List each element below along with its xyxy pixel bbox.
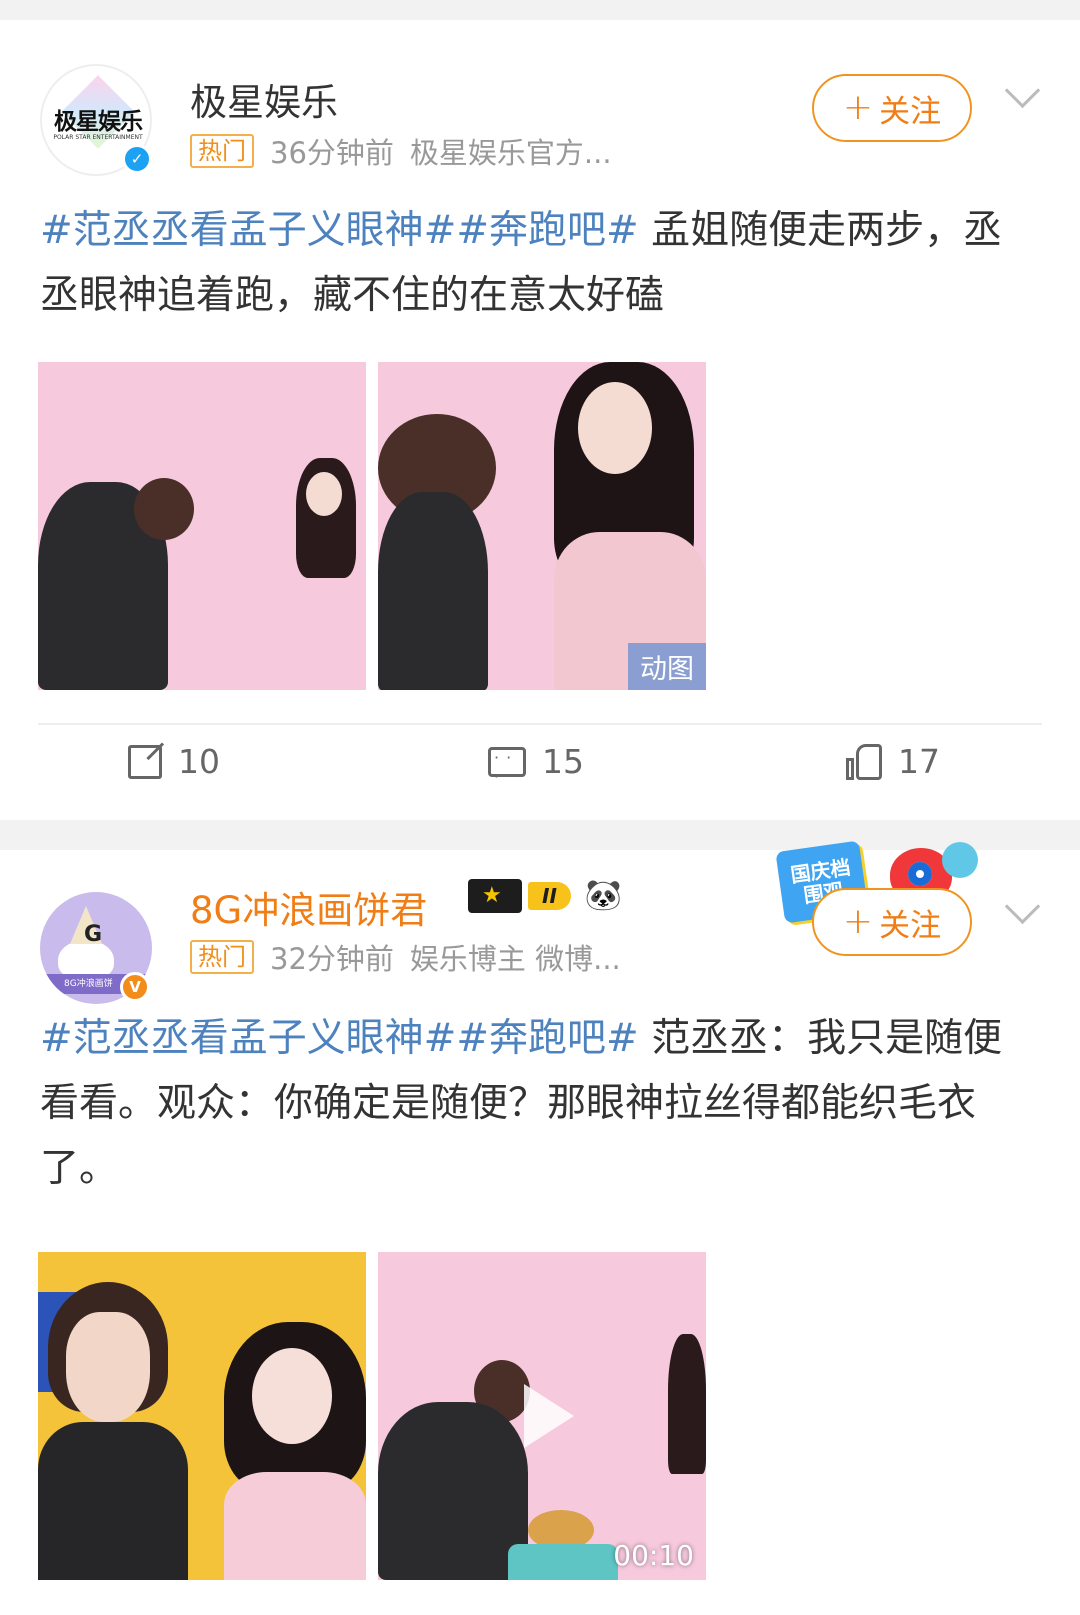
post-time: 32分钟前: [270, 942, 394, 976]
person-head: [134, 478, 194, 540]
video-duration: 00:10: [613, 1539, 694, 1572]
media-grid: 动图: [38, 362, 706, 690]
author-name[interactable]: 极星娱乐: [190, 72, 338, 126]
person-figure: [378, 492, 488, 690]
prop-bucket: [508, 1544, 618, 1580]
person-figure: [378, 1402, 528, 1580]
share-icon: [128, 744, 162, 779]
verified-icon: ✓: [122, 144, 152, 174]
hashtag-link[interactable]: #奔跑吧#: [456, 1016, 638, 1061]
post-source: 娱乐博主 微博...: [409, 942, 621, 976]
post-image[interactable]: [38, 362, 366, 690]
like-count: 17: [898, 742, 940, 781]
comment-icon: [488, 746, 526, 786]
share-button[interactable]: 10: [128, 742, 220, 781]
follow-label: 关注: [879, 907, 942, 944]
membership-badge[interactable]: ★ II 🐼: [468, 878, 622, 913]
chevron-down-icon[interactable]: [1004, 888, 1041, 925]
comment-button[interactable]: 15: [488, 742, 584, 786]
post-image[interactable]: [38, 1252, 366, 1580]
panda-icon: 🐼: [584, 878, 623, 913]
hashtag-link[interactable]: #范丞丞看孟子义眼神#: [40, 1016, 456, 1061]
author-name[interactable]: 8G冲浪画饼君: [190, 880, 427, 934]
post-time: 36分钟前: [270, 136, 394, 170]
chevron-down-icon[interactable]: [1004, 72, 1041, 109]
post-content: #范丞丞看孟子义眼神##奔跑吧# 范丞丞：我只是随便看看。观众：你确定是随便？那…: [40, 1006, 1040, 1201]
avatar-logo-subtext: POLAR STAR ENTERTAINMENT: [53, 134, 143, 141]
post-card[interactable]: 极星娱乐 POLAR STAR ENTERTAINMENT ✓ 极星娱乐 热门 …: [0, 20, 1080, 820]
share-count: 10: [178, 742, 220, 781]
hot-badge: 热门: [190, 134, 254, 168]
post-content: #范丞丞看孟子义眼神##奔跑吧# 孟姐随便走两步，丞丞眼神追着跑，藏不住的在意太…: [40, 198, 1040, 328]
post-card[interactable]: G 8G冲浪画饼 V 8G冲浪画饼君 ★ II 🐼 热门 32分钟前 娱乐博主 …: [0, 840, 1080, 1615]
divider: [38, 723, 1042, 725]
person-face: [578, 382, 652, 474]
verified-icon: V: [120, 972, 150, 1002]
follow-button[interactable]: + 关注: [812, 888, 972, 956]
hashtag-link[interactable]: #范丞丞看孟子义眼神#: [40, 208, 456, 253]
avatar-letter: G: [84, 922, 103, 947]
like-button[interactable]: 17: [846, 742, 940, 781]
play-icon[interactable]: [512, 1384, 574, 1448]
comment-count: 15: [542, 742, 584, 781]
avatar-ribbon-text: 8G冲浪画饼: [64, 979, 113, 989]
person-face: [66, 1312, 150, 1422]
person-figure: [668, 1334, 706, 1474]
gif-badge: 动图: [628, 643, 706, 690]
post-image[interactable]: 动图: [378, 362, 706, 690]
video-thumbnail[interactable]: 00:10: [378, 1252, 706, 1580]
avatar-logo-text: 极星娱乐: [54, 109, 143, 135]
person-face: [306, 472, 342, 516]
crown-icon: ★: [468, 878, 522, 913]
action-bar: 10 15 17: [0, 742, 1080, 802]
person-face: [252, 1348, 332, 1444]
hashtag-link[interactable]: #奔跑吧#: [456, 208, 638, 253]
person-dress: [224, 1472, 366, 1580]
hot-badge: 热门: [190, 940, 254, 974]
level-tag: II: [528, 881, 571, 910]
person-figure: [38, 1422, 188, 1580]
plus-icon: +: [842, 901, 874, 942]
star-icon: ★: [482, 882, 502, 908]
media-grid: 00:10: [38, 1252, 706, 1580]
post-meta: 热门 36分钟前 极星娱乐官方...: [190, 130, 612, 172]
plus-icon: +: [842, 87, 874, 128]
ball-icon: [942, 842, 978, 878]
post-source: 极星娱乐官方...: [409, 136, 612, 170]
follow-label: 关注: [879, 93, 942, 130]
follow-button[interactable]: + 关注: [812, 74, 972, 142]
post-meta: 热门 32分钟前 娱乐博主 微博...: [190, 936, 621, 978]
thumbs-up-icon: [846, 743, 882, 780]
